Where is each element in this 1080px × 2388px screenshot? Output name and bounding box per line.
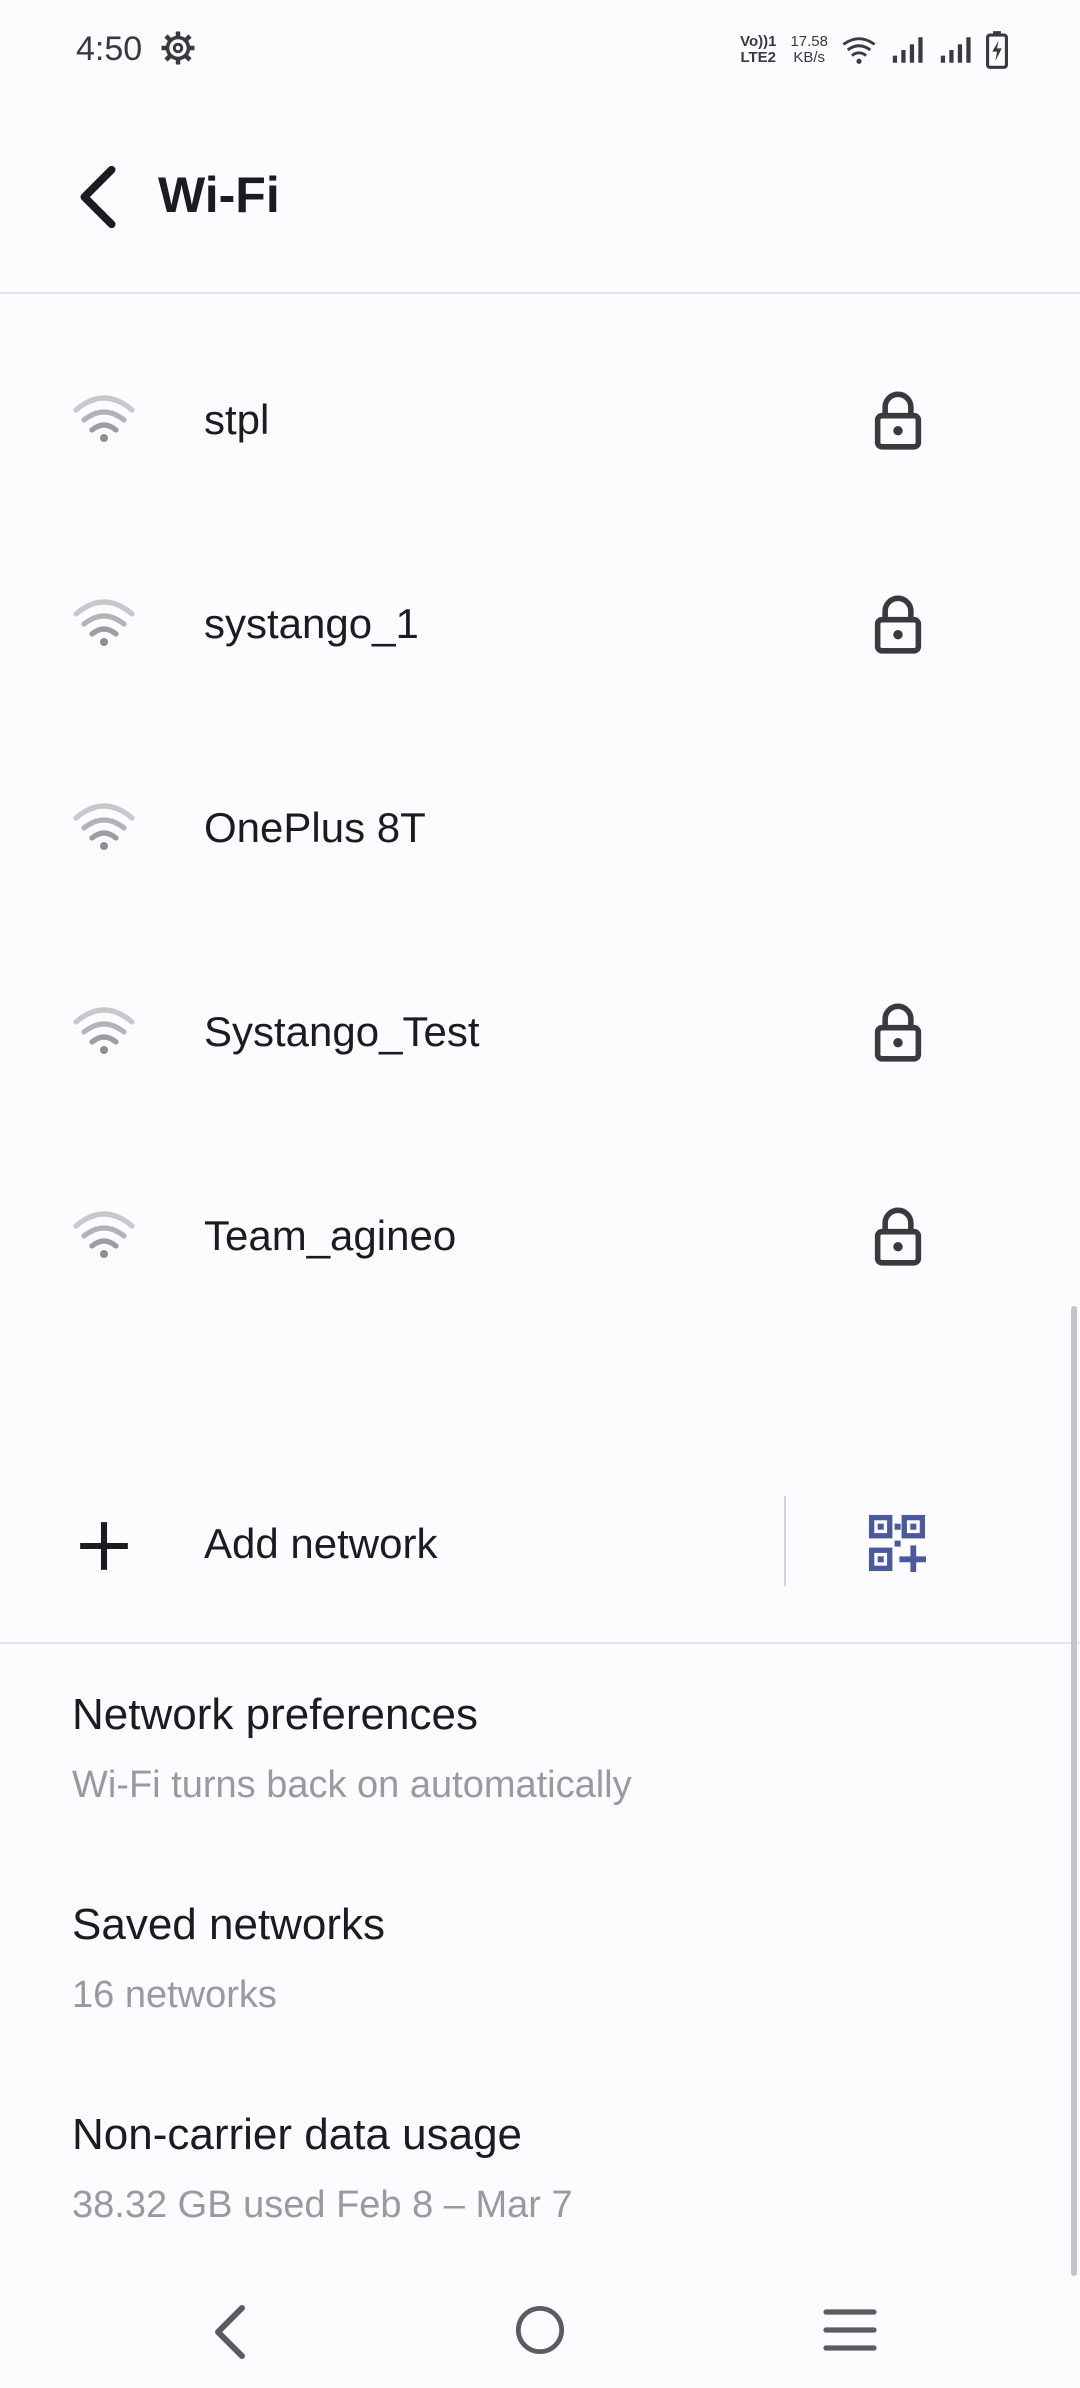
add-icon: [80, 1522, 128, 1570]
data-usage-item[interactable]: Non-carrier data usage 38.32 GB used Feb…: [72, 2110, 1032, 2227]
signal-icon: [940, 37, 971, 63]
network-name: stpl: [204, 396, 270, 443]
lock-icon: [870, 1002, 926, 1062]
network-name: Systango_Test: [204, 1008, 480, 1055]
lock-icon: [870, 594, 926, 654]
network-item[interactable]: Team_agineo: [0, 1134, 1080, 1338]
wifi-signal-icon: [72, 1004, 136, 1056]
section-divider: [0, 1642, 1080, 1644]
network-item[interactable]: OnePlus 8T: [0, 726, 1080, 930]
network-item[interactable]: Systango_Test: [0, 930, 1080, 1134]
network-name: OnePlus 8T: [204, 804, 426, 851]
wifi-signal-icon: [72, 392, 136, 444]
nav-recents-icon[interactable]: [822, 2306, 878, 2354]
network-item[interactable]: systango_1: [0, 522, 1080, 726]
pref-subtitle: Wi-Fi turns back on automatically: [72, 1764, 632, 1806]
wifi-signal-icon: [72, 596, 136, 648]
lock-icon: [870, 1206, 926, 1266]
qr-code-scan-icon[interactable]: [868, 1514, 926, 1572]
pref-title: Network preferences: [72, 1690, 478, 1739]
network-name: systango_1: [204, 600, 419, 647]
back-arrow-icon[interactable]: [68, 162, 128, 232]
network-speed: 17.58 KB/s: [790, 33, 828, 66]
app-bar: Wi-Fi: [0, 100, 1080, 294]
signal-icon: [892, 37, 923, 63]
pref-subtitle: 38.32 GB used Feb 8 – Mar 7: [72, 2184, 573, 2226]
lock-icon: [870, 390, 926, 450]
vertical-divider: [784, 1496, 786, 1586]
gear-icon: [161, 31, 195, 65]
wifi-signal-icon: [72, 800, 136, 852]
status-time: 4:50: [76, 30, 143, 68]
nav-home-icon[interactable]: [514, 2304, 566, 2356]
add-network-row[interactable]: Add network: [0, 1440, 1080, 1644]
page-title: Wi-Fi: [158, 167, 280, 223]
status-icons: Vo))1 LTE2 17.58 KB/s: [740, 28, 1008, 72]
pref-title: Non-carrier data usage: [72, 2110, 523, 2159]
saved-networks-item[interactable]: Saved networks 16 networks: [72, 1900, 1032, 2017]
wifi-signal-icon: [72, 1208, 136, 1260]
scrollbar[interactable]: [1071, 1306, 1077, 2276]
network-preferences-item[interactable]: Network preferences Wi-Fi turns back on …: [72, 1690, 1032, 1807]
network-name: Team_agineo: [204, 1212, 457, 1259]
network-item[interactable]: stpl: [0, 318, 1080, 522]
status-bar: 4:50 Vo))1 LTE2 17.58 KB/s: [0, 0, 1080, 100]
nav-back-icon[interactable]: [205, 2300, 255, 2364]
wifi-status-icon: [842, 37, 876, 64]
battery-charging-icon: [986, 31, 1008, 69]
pref-title: Saved networks: [72, 1900, 386, 1949]
volte-indicator: Vo))1 LTE2: [740, 33, 777, 66]
add-network-label: Add network: [204, 1520, 438, 1567]
navigation-bar: [0, 2276, 1080, 2388]
pref-subtitle: 16 networks: [72, 1974, 277, 2016]
